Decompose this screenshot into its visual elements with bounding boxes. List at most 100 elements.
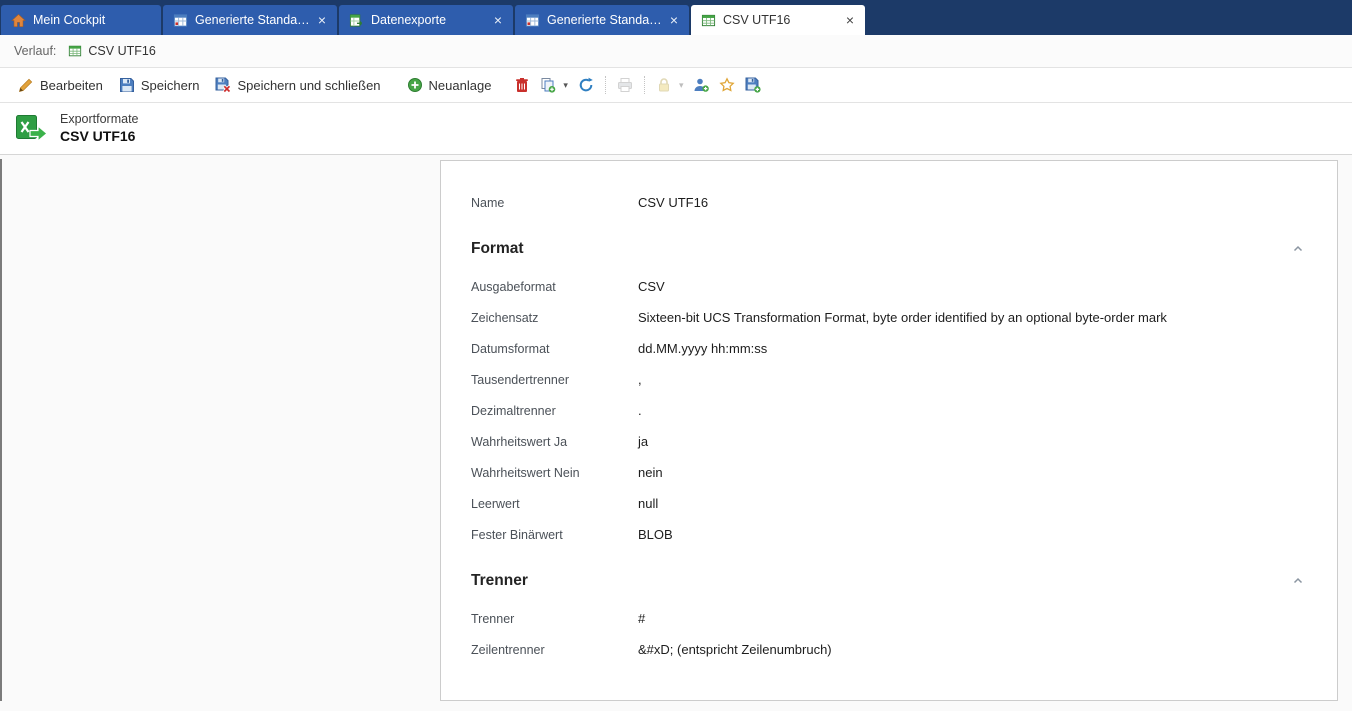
close-icon[interactable]: × (493, 13, 503, 27)
save-close-icon (215, 77, 232, 93)
page-header: Exportformate CSV UTF16 (0, 103, 1352, 155)
detail-panel: Name CSV UTF16 Format Ausgabeformat CSV … (440, 160, 1338, 701)
form-row: Wahrheitswert Nein nein (471, 457, 1307, 488)
field-value: . (638, 403, 642, 418)
field-label: Ausgabeformat (471, 279, 556, 294)
export-icon (349, 13, 364, 28)
field-value: dd.MM.yyyy hh:mm:ss (638, 341, 768, 356)
history-label: Verlauf: (14, 44, 57, 58)
tab-label: Datenexporte (371, 13, 447, 27)
section-header-format: Format (471, 231, 1307, 267)
splitter[interactable] (0, 159, 2, 701)
detail-form: Name CSV UTF16 Format Ausgabeformat CSV … (441, 161, 1337, 665)
new-record-button[interactable]: Neuanlage (399, 73, 500, 97)
field-value: , (638, 372, 642, 387)
chevron-up-icon[interactable] (1289, 572, 1307, 590)
close-icon[interactable]: × (669, 13, 679, 27)
field-label: Name (471, 195, 505, 210)
report-icon (525, 13, 540, 28)
tab-generierte-standard-2[interactable]: Generierte Standar... × (515, 5, 689, 35)
field-value: Sixteen-bit UCS Transformation Format, b… (638, 310, 1167, 325)
trash-icon (514, 77, 530, 93)
tab-label: Generierte Standar... (195, 13, 310, 27)
toolbar-separator (643, 76, 645, 94)
report-icon (173, 13, 188, 28)
field-label: Fester Binärwert (471, 527, 563, 542)
tab-label: Mein Cockpit (33, 13, 106, 27)
tab-csv-utf16[interactable]: CSV UTF16 × (691, 5, 865, 35)
edit-button[interactable]: Bearbeiten (10, 73, 111, 97)
export-format-icon (16, 114, 48, 143)
form-row: Leerwert null (471, 488, 1307, 519)
tab-generierte-standard-1[interactable]: Generierte Standar... × (163, 5, 337, 35)
csv-table-icon (68, 44, 82, 58)
lock-dropdown-caret[interactable]: ▾ (679, 80, 684, 91)
section-title: Trenner (471, 572, 528, 589)
save-button-label: Speichern (140, 77, 200, 93)
page-title: CSV UTF16 (60, 128, 136, 145)
toolbar: Bearbeiten Speichern Speichern und schli… (0, 68, 1352, 103)
field-value: BLOB (638, 527, 673, 542)
close-icon[interactable]: × (317, 13, 327, 27)
form-row: Datumsformat dd.MM.yyyy hh:mm:ss (471, 333, 1307, 364)
refresh-icon (578, 77, 594, 93)
field-label: Leerwert (471, 496, 520, 511)
form-row: Ausgabeformat CSV (471, 271, 1307, 302)
new-record-button-label: Neuanlage (428, 77, 492, 93)
field-value: &#xD; (entspricht Zeilenumbruch) (638, 642, 832, 657)
tab-datenexporte[interactable]: Datenexporte × (339, 5, 513, 35)
save-plus-icon (745, 77, 762, 93)
form-row: Trenner # (471, 603, 1307, 634)
save-and-close-button-label: Speichern und schließen (237, 77, 381, 93)
edit-button-label: Bearbeiten (40, 77, 103, 93)
content-area: Name CSV UTF16 Format Ausgabeformat CSV … (0, 155, 1352, 711)
home-icon (11, 13, 26, 28)
page-category: Exportformate (60, 111, 139, 126)
lock-button[interactable]: ▾ (651, 73, 689, 97)
form-row: Zeichensatz Sixteen-bit UCS Transformati… (471, 302, 1307, 333)
field-value: nein (638, 465, 663, 480)
add-user-icon (693, 77, 710, 93)
field-label: Wahrheitswert Nein (471, 465, 580, 480)
save-button[interactable]: Speichern (111, 73, 208, 97)
favorite-button[interactable] (714, 73, 740, 97)
history-item-csv-utf16[interactable]: CSV UTF16 (68, 44, 156, 58)
add-user-button[interactable] (688, 73, 714, 97)
refresh-button[interactable] (573, 73, 599, 97)
save-icon (119, 77, 135, 93)
form-row: Wahrheitswert Ja ja (471, 426, 1307, 457)
section-title: Format (471, 240, 524, 257)
copy-button[interactable]: ▾ (535, 73, 573, 97)
tab-mein-cockpit[interactable]: Mein Cockpit (1, 5, 161, 35)
field-label: Datumsformat (471, 341, 550, 356)
form-row: Dezimaltrenner . (471, 395, 1307, 426)
tab-bar: Mein Cockpit Generierte Standar... × Dat… (0, 0, 1352, 35)
save-and-close-button[interactable]: Speichern und schließen (207, 73, 388, 97)
copy-icon (540, 77, 556, 93)
field-label: Tausendertrenner (471, 372, 569, 387)
delete-button[interactable] (509, 73, 535, 97)
field-label: Trenner (471, 611, 515, 626)
field-value: # (638, 611, 646, 626)
field-label: Zeilentrenner (471, 642, 545, 657)
field-value: null (638, 496, 659, 511)
star-icon (719, 77, 736, 93)
chevron-up-icon[interactable] (1289, 240, 1307, 258)
save-as-button[interactable] (740, 73, 766, 97)
copy-dropdown-caret[interactable]: ▾ (563, 80, 568, 91)
form-row: Fester Binärwert BLOB (471, 519, 1307, 550)
app-window: Mein Cockpit Generierte Standar... × Dat… (0, 0, 1352, 711)
tab-label: CSV UTF16 (723, 13, 791, 27)
section-header-trenner: Trenner (471, 563, 1307, 599)
form-row: Zeilentrenner &#xD; (entspricht Zeilenum… (471, 634, 1307, 665)
close-icon[interactable]: × (845, 13, 855, 27)
print-button[interactable] (612, 73, 638, 97)
history-bar: Verlauf: CSV UTF16 (0, 35, 1352, 68)
page-header-text: Exportformate CSV UTF16 (60, 111, 139, 147)
form-row-name: Name CSV UTF16 (471, 187, 1307, 218)
field-value: CSV (638, 279, 665, 294)
field-value: ja (638, 434, 649, 449)
history-item-label: CSV UTF16 (88, 44, 156, 58)
field-label: Dezimaltrenner (471, 403, 556, 418)
plus-circle-icon (407, 77, 423, 93)
